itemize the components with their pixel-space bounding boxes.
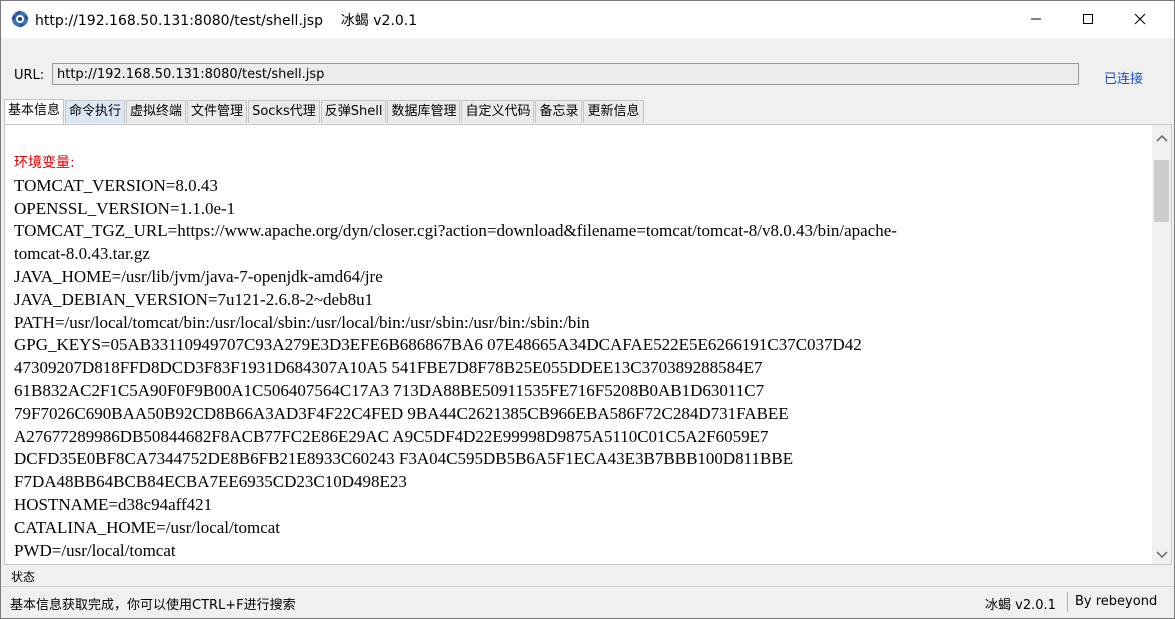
env-line: PWD=/usr/local/tomcat (14, 540, 176, 560)
env-line: GPG_KEYS=05AB33110949707C93A279E3D3EFE6B… (14, 335, 862, 355)
tab-file-manager[interactable]: 文件管理 (187, 100, 248, 123)
status-message: 基本信息获取完成，你可以使用CTRL+F进行搜索 (10, 598, 296, 613)
chevron-up-icon (1155, 127, 1168, 146)
scroll-up-button[interactable] (1152, 125, 1171, 147)
url-bar: URL: http://192.168.50.131:8080/test/she… (1, 38, 1174, 100)
env-line: JAVA_HOME=/usr/lib/jvm/java-7-openjdk-am… (14, 266, 383, 286)
env-line: TOMCAT_TGZ_URL=https://www.apache.org/dy… (14, 221, 897, 241)
window-title: http://192.168.50.131:8080/test/shell.js… (35, 13, 418, 29)
vertical-scrollbar[interactable] (1152, 125, 1171, 564)
env-line: 47309207D818FFD8DCD3F83F1931D684307A10A5… (14, 358, 763, 378)
app-window: http://192.168.50.131:8080/test/shell.js… (0, 0, 1175, 619)
tab-command-exec[interactable]: 命令执行 (65, 100, 126, 123)
connection-status-label: 已连接 (1104, 72, 1144, 87)
status-panel-label: 状态 (11, 570, 36, 584)
env-line: TOMCAT_VERSION=8.0.43 (14, 175, 218, 195)
tab-socks-proxy[interactable]: Socks代理 (248, 100, 320, 123)
basic-info-panel[interactable]: 环境变量: TOMCAT_VERSION=8.0.43 OPENSSL_VERS… (4, 124, 1172, 565)
scroll-down-button[interactable] (1152, 542, 1171, 564)
url-label: URL: (14, 68, 45, 83)
env-line: JAVA_DEBIAN_VERSION=7u121-2.6.8-2~deb8u1 (14, 289, 374, 309)
close-icon (1134, 10, 1146, 29)
maximize-button[interactable] (1065, 1, 1111, 38)
close-button[interactable] (1117, 1, 1163, 38)
tab-memo[interactable]: 备忘录 (535, 100, 583, 123)
status-separator (1067, 592, 1068, 612)
tab-basic-info[interactable]: 基本信息 (4, 99, 65, 124)
maximize-icon (1082, 10, 1094, 29)
env-line: DCFD35E0BF8CA7344752DE8B6FB21E8933C60243… (14, 449, 794, 469)
tab-update-info[interactable]: 更新信息 (583, 100, 644, 123)
env-line: OPENSSL_VERSION=1.1.0e-1 (14, 198, 236, 218)
url-field[interactable]: http://192.168.50.131:8080/test/shell.js… (52, 63, 1079, 85)
behinder-logo-icon (11, 10, 29, 28)
title-bar[interactable]: http://192.168.50.131:8080/test/shell.js… (1, 1, 1174, 38)
tab-reverse-shell[interactable]: 反弹Shell (320, 100, 387, 123)
minimize-button[interactable] (1013, 1, 1059, 38)
chevron-down-icon (1155, 544, 1168, 563)
env-line: 79F7026C690BAA50B92CD8B66A3AD3F4F22C4FED… (14, 403, 789, 423)
tab-database-manager[interactable]: 数据库管理 (387, 100, 461, 123)
tab-bar: 基本信息 命令执行 虚拟终端 文件管理 Socks代理 反弹Shell 数据库管… (4, 99, 645, 124)
scroll-thumb[interactable] (1154, 160, 1169, 222)
status-bar: 基本信息获取完成，你可以使用CTRL+F进行搜索 冰蝎 v2.0.1 By re… (1, 587, 1174, 618)
env-text-area[interactable]: 环境变量: TOMCAT_VERSION=8.0.43 OPENSSL_VERS… (14, 152, 1144, 562)
status-author: By rebeyond (1075, 594, 1158, 609)
tab-custom-code[interactable]: 自定义代码 (461, 100, 535, 123)
env-heading: 环境变量: (14, 155, 75, 171)
env-line: CATALINA_HOME=/usr/local/tomcat (14, 517, 281, 537)
minimize-icon (1030, 10, 1042, 29)
env-line: HOSTNAME=d38c94aff421 (14, 494, 213, 514)
env-line: A27677289986DB50844682F8ACB77FC2E86E29AC… (14, 426, 769, 446)
env-line: PATH=/usr/local/tomcat/bin:/usr/local/sb… (14, 312, 590, 332)
status-version: 冰蝎 v2.0.1 (985, 598, 1056, 613)
tab-virtual-terminal[interactable]: 虚拟终端 (126, 100, 187, 123)
env-line: tomcat-8.0.43.tar.gz (14, 244, 150, 264)
env-line: 61B832AC2F1C5A90F0F9B00A1C506407564C17A3… (14, 380, 765, 400)
env-line: F7DA48BB64BCB84ECBA7EE6935CD23C10D498E23 (14, 472, 407, 492)
